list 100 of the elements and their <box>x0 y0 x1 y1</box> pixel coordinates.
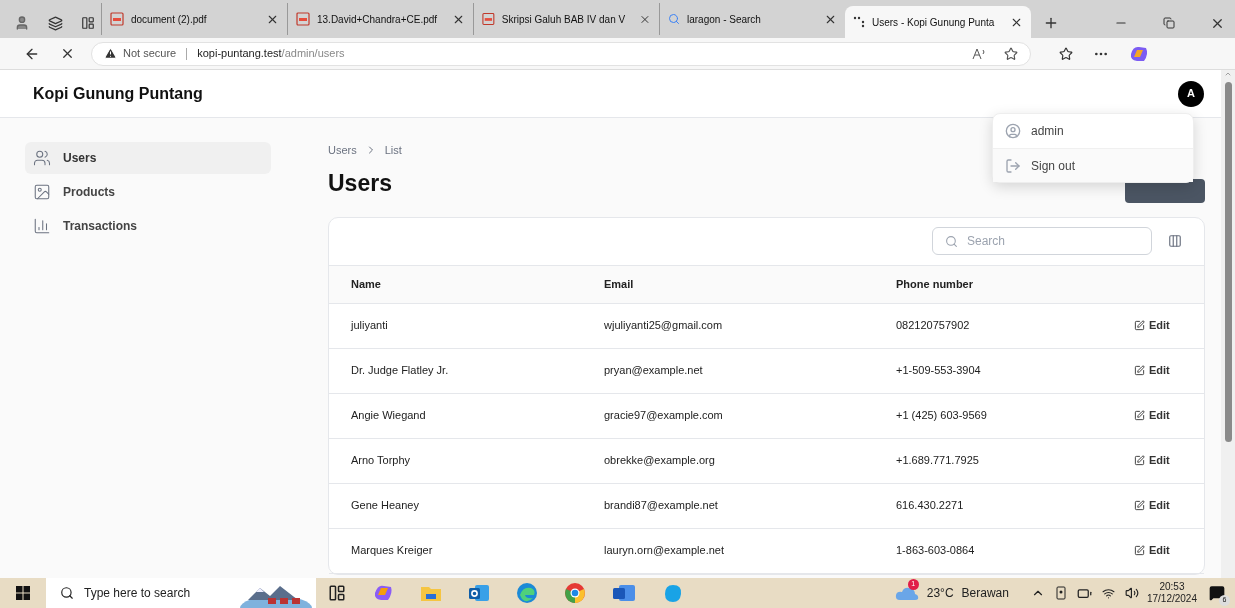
tab-title: Skripsi Galuh BAB IV dan V <box>501 12 626 27</box>
browser-ball-icon[interactable] <box>564 582 586 604</box>
cloud-icon[interactable] <box>894 585 919 601</box>
edit-icon <box>1134 500 1145 511</box>
table-cell-text: 616.430.2271 <box>896 498 964 514</box>
column-header[interactable]: Phone number <box>896 275 1124 293</box>
table-cell-text: 1-863-603-0864 <box>896 543 975 559</box>
favorite-icon[interactable] <box>1004 46 1018 61</box>
columns-icon[interactable] <box>1168 234 1182 248</box>
browser-wave-icon[interactable] <box>516 582 538 604</box>
favorites-icon[interactable] <box>1059 46 1073 61</box>
colorful-logo-icon[interactable] <box>1129 44 1149 63</box>
pdf-icon <box>110 12 124 26</box>
edit-icon <box>1134 320 1145 331</box>
network-icon[interactable] <box>1101 586 1115 600</box>
new-tab-icon[interactable] <box>1043 15 1059 31</box>
edit-link[interactable]: Edit <box>1134 407 1170 424</box>
table-cell-text: juliyanti <box>351 318 388 334</box>
table-cell-text: Arno Torphy <box>351 453 411 469</box>
menu-item[interactable]: admin <box>993 114 1193 148</box>
restore-icon[interactable] <box>1163 17 1175 29</box>
image-icon <box>33 183 51 201</box>
column-header[interactable]: Email <box>604 275 896 293</box>
table-cell-text: pryan@example.net <box>604 363 703 379</box>
bar-chart-icon <box>33 217 51 235</box>
url-host: kopi-puntang.test <box>197 47 282 60</box>
table-cell-text: lauryn.orn@example.net <box>604 543 724 559</box>
edit-icon <box>1134 455 1145 466</box>
menu-item[interactable]: Sign out <box>993 148 1193 182</box>
breadcrumb-item[interactable]: Users <box>328 142 357 159</box>
browser-tab[interactable]: Users - Kopi Gunung Punta <box>845 6 1031 38</box>
security-label[interactable]: Not secure <box>123 45 177 62</box>
colorful-swirl-icon[interactable] <box>372 583 394 603</box>
sidebar-label: Transactions <box>63 218 138 235</box>
notifications-icon[interactable] <box>1209 585 1225 601</box>
start-icon[interactable] <box>16 586 30 600</box>
mail-app-icon[interactable] <box>468 583 490 603</box>
browser-tab[interactable]: document (2).pdf <box>101 3 287 35</box>
profile-icon[interactable] <box>14 15 30 31</box>
edit-link[interactable]: Edit <box>1134 452 1170 469</box>
temperature[interactable]: 23°C <box>926 584 954 602</box>
table-cell-text: gracie97@example.com <box>604 408 723 424</box>
tab-title: document (2).pdf <box>131 12 207 27</box>
edit-link[interactable]: Edit <box>1134 317 1170 334</box>
document-app-icon[interactable] <box>612 583 636 603</box>
warning-icon <box>104 47 117 60</box>
url-path: /admin/users <box>281 47 345 60</box>
sidebar-label: Products <box>63 184 115 201</box>
breadcrumb-item: List <box>384 143 402 158</box>
edit-icon <box>1134 545 1145 556</box>
loading-icon <box>853 16 865 28</box>
address-bar[interactable]: Not secure kopi-puntang.test/admin/users <box>91 41 1031 66</box>
page-title: Users <box>328 169 392 199</box>
sidebar-label: Users <box>63 150 97 167</box>
pdf-icon <box>482 12 495 26</box>
edit-link[interactable]: Edit <box>1134 497 1170 514</box>
user-avatar[interactable]: A <box>1178 80 1204 107</box>
users-icon <box>33 149 51 167</box>
search-icon <box>668 13 680 25</box>
read-aloud-icon[interactable] <box>972 47 986 60</box>
table-cell-text: 082120757902 <box>896 318 970 334</box>
sign-out-icon <box>1005 157 1021 174</box>
search-icon <box>945 235 958 248</box>
table-cell-text: obrekke@example.org <box>604 453 715 469</box>
column-header[interactable]: Name <box>351 275 604 293</box>
weather-condition[interactable]: Berawan <box>961 584 1009 602</box>
sidebar-item[interactable]: Products <box>25 176 271 208</box>
clock-time[interactable]: 20:53 <box>1159 581 1185 593</box>
tab-actions-icon[interactable] <box>81 16 95 30</box>
edit-link[interactable]: Edit <box>1134 542 1170 559</box>
edit-link[interactable]: Edit <box>1134 362 1170 379</box>
sidebar-item[interactable]: Users <box>25 142 271 174</box>
brand-title: Kopi Gunung Puntang <box>33 83 203 104</box>
stop-icon[interactable] <box>60 46 75 61</box>
table-cell-text: Gene Heaney <box>351 498 419 514</box>
tab-title: laragon - Search <box>687 12 761 27</box>
tab-title: Users - Kopi Gunung Punta <box>872 15 995 30</box>
pdf-icon <box>296 12 310 26</box>
search-field[interactable]: Search <box>932 227 1152 255</box>
meet-now-icon[interactable] <box>1054 586 1067 600</box>
edit-icon <box>1134 365 1145 376</box>
table-cell-text: +1-509-553-3904 <box>896 363 981 379</box>
browser-tab[interactable]: Skripsi Galuh BAB IV dan V <box>473 3 659 35</box>
workspaces-icon[interactable] <box>48 15 63 31</box>
browser-tab[interactable]: 13.David+Chandra+CE.pdf <box>287 3 473 35</box>
table-cell-text: Dr. Judge Flatley Jr. <box>351 363 449 379</box>
scrollbar-thumb[interactable] <box>1224 82 1232 442</box>
user-circle-icon <box>1005 123 1021 139</box>
sidebar-item[interactable]: Transactions <box>25 210 271 242</box>
search-icon <box>60 586 74 600</box>
edit-icon <box>1134 410 1145 421</box>
table-cell-text: +1 (425) 603-9569 <box>896 408 987 424</box>
clock-date[interactable]: 17/12/2024 <box>1146 593 1197 605</box>
task-view-icon[interactable] <box>328 584 346 602</box>
volume-icon[interactable] <box>1124 586 1139 600</box>
tab-title: 13.David+Chandra+CE.pdf <box>317 12 438 27</box>
table-cell-text: Marques Kreiger <box>351 543 433 559</box>
table-cell-text: brandi87@example.net <box>604 498 718 514</box>
folder-icon[interactable] <box>420 584 442 602</box>
table-cell-text: Angie Wiegand <box>351 408 426 424</box>
